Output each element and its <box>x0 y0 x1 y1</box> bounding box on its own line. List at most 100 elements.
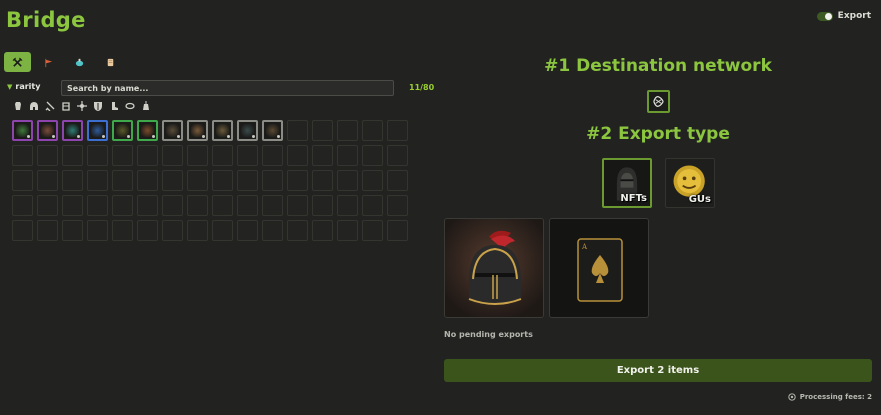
toggle-switch[interactable] <box>816 11 833 21</box>
selected-item-card[interactable]: A <box>549 218 649 318</box>
crosshair-icon[interactable] <box>76 100 87 111</box>
inventory-slot[interactable] <box>187 170 208 191</box>
network-option[interactable] <box>647 90 670 113</box>
tab-flags[interactable] <box>35 52 62 72</box>
inventory-slot[interactable] <box>37 170 58 191</box>
inventory-slot[interactable] <box>162 195 183 216</box>
inventory-slot[interactable] <box>137 220 158 241</box>
rarity-filter[interactable]: ▼ rarity <box>7 82 40 91</box>
inventory-slot[interactable] <box>237 195 258 216</box>
inventory-slot[interactable] <box>212 170 233 191</box>
inventory-slot[interactable] <box>312 170 333 191</box>
inventory-slot[interactable] <box>62 170 83 191</box>
inventory-item-tome[interactable] <box>112 120 133 141</box>
inventory-slot[interactable] <box>362 145 383 166</box>
inventory-slot[interactable] <box>312 220 333 241</box>
inventory-slot[interactable] <box>62 145 83 166</box>
inventory-slot[interactable] <box>312 120 333 141</box>
inventory-slot[interactable] <box>237 145 258 166</box>
inventory-slot[interactable] <box>12 170 33 191</box>
inventory-item-shield[interactable] <box>12 120 33 141</box>
inventory-slot[interactable] <box>287 120 308 141</box>
inventory-slot[interactable] <box>187 195 208 216</box>
inventory-slot[interactable] <box>12 145 33 166</box>
gauntlet-icon[interactable] <box>60 100 71 111</box>
export-items-button[interactable]: Export 2 items <box>444 359 872 382</box>
amulet-icon[interactable] <box>140 100 151 111</box>
inventory-slot[interactable] <box>112 195 133 216</box>
inventory-slot[interactable] <box>387 220 408 241</box>
export-type-gus[interactable]: GUs <box>665 158 715 208</box>
inventory-slot[interactable] <box>387 195 408 216</box>
inventory-item-blade[interactable] <box>62 120 83 141</box>
inventory-slot[interactable] <box>262 220 283 241</box>
inventory-item-orb[interactable] <box>87 120 108 141</box>
inventory-slot[interactable] <box>137 145 158 166</box>
inventory-item-cuirass[interactable] <box>137 120 158 141</box>
inventory-slot[interactable] <box>112 170 133 191</box>
inventory-slot[interactable] <box>87 220 108 241</box>
inventory-slot[interactable] <box>162 220 183 241</box>
inventory-slot[interactable] <box>337 195 358 216</box>
inventory-item-wand[interactable] <box>237 120 258 141</box>
selected-item-card[interactable] <box>444 218 544 318</box>
inventory-slot[interactable] <box>237 220 258 241</box>
inventory-item-armor[interactable] <box>37 120 58 141</box>
inventory-slot[interactable] <box>362 195 383 216</box>
inventory-slot[interactable] <box>212 220 233 241</box>
inventory-item-staff[interactable] <box>262 120 283 141</box>
inventory-slot[interactable] <box>137 170 158 191</box>
inventory-item-plate[interactable] <box>212 120 233 141</box>
inventory-slot[interactable] <box>62 220 83 241</box>
tab-potions[interactable] <box>66 52 93 72</box>
boots-icon[interactable] <box>108 100 119 111</box>
inventory-slot[interactable] <box>312 145 333 166</box>
helmet-icon[interactable] <box>28 100 39 111</box>
inventory-slot[interactable] <box>112 145 133 166</box>
inventory-item-gloves[interactable] <box>187 120 208 141</box>
inventory-slot[interactable] <box>162 170 183 191</box>
sword-icon[interactable] <box>44 100 55 111</box>
inventory-slot[interactable] <box>312 195 333 216</box>
inventory-slot[interactable] <box>87 170 108 191</box>
export-toggle[interactable]: Export <box>816 11 871 21</box>
inventory-slot[interactable] <box>337 145 358 166</box>
inventory-slot[interactable] <box>37 145 58 166</box>
armor-icon[interactable] <box>12 100 23 111</box>
ring-icon[interactable] <box>124 100 135 111</box>
inventory-slot[interactable] <box>62 195 83 216</box>
inventory-slot[interactable] <box>12 220 33 241</box>
inventory-slot[interactable] <box>287 195 308 216</box>
inventory-slot[interactable] <box>212 145 233 166</box>
inventory-slot[interactable] <box>87 145 108 166</box>
inventory-slot[interactable] <box>187 145 208 166</box>
inventory-slot[interactable] <box>287 170 308 191</box>
inventory-slot[interactable] <box>262 145 283 166</box>
inventory-slot[interactable] <box>337 170 358 191</box>
inventory-slot[interactable] <box>362 120 383 141</box>
inventory-slot[interactable] <box>162 145 183 166</box>
inventory-slot[interactable] <box>137 195 158 216</box>
inventory-slot[interactable] <box>287 220 308 241</box>
inventory-slot[interactable] <box>362 220 383 241</box>
tab-weapons[interactable] <box>4 52 31 72</box>
inventory-slot[interactable] <box>287 145 308 166</box>
shield-icon[interactable] <box>92 100 103 111</box>
inventory-slot[interactable] <box>262 195 283 216</box>
inventory-item-bow[interactable] <box>162 120 183 141</box>
inventory-slot[interactable] <box>337 120 358 141</box>
tab-scrolls[interactable] <box>97 52 124 72</box>
inventory-slot[interactable] <box>112 220 133 241</box>
inventory-slot[interactable] <box>12 195 33 216</box>
inventory-slot[interactable] <box>337 220 358 241</box>
inventory-slot[interactable] <box>37 220 58 241</box>
inventory-slot[interactable] <box>187 220 208 241</box>
inventory-slot[interactable] <box>387 145 408 166</box>
inventory-slot[interactable] <box>387 170 408 191</box>
inventory-slot[interactable] <box>212 195 233 216</box>
inventory-slot[interactable] <box>387 120 408 141</box>
inventory-slot[interactable] <box>37 195 58 216</box>
search-input[interactable] <box>61 80 394 96</box>
inventory-slot[interactable] <box>237 170 258 191</box>
inventory-slot[interactable] <box>262 170 283 191</box>
